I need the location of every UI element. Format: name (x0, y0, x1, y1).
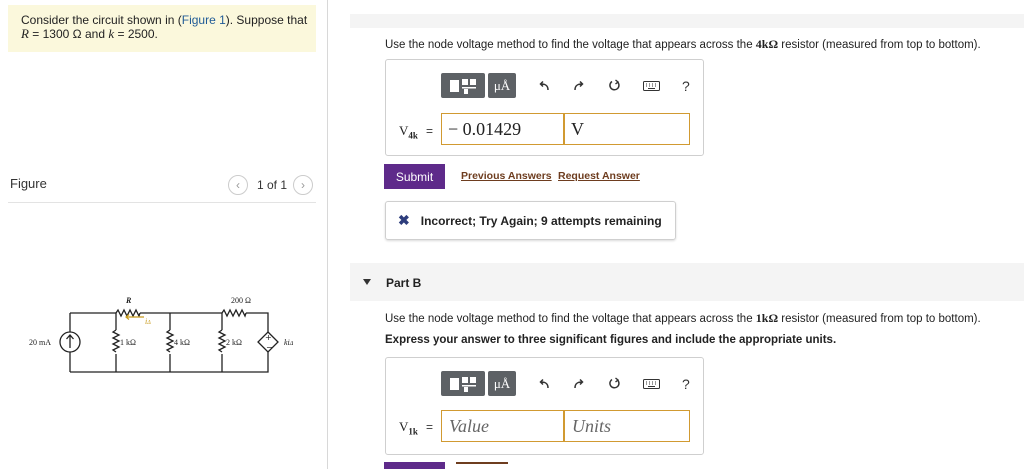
templates-icon (450, 78, 476, 94)
r1k-label: 1 kΩ (120, 338, 136, 347)
svg-text:−: − (266, 343, 273, 352)
part-b-submit-button[interactable] (384, 462, 445, 469)
arrow-up-icon (66, 334, 74, 348)
part-a-variable: V4k (399, 123, 418, 141)
r-label: R (125, 296, 132, 305)
templates-button[interactable] (441, 73, 485, 98)
r200-label: 200 Ω (231, 296, 251, 305)
figure-count: 1 of 1 (257, 178, 288, 192)
divider (8, 202, 316, 203)
part-a-units-input[interactable]: V (564, 113, 690, 145)
part-b-answer-panel: μÅ ? V1k = Value Units (385, 357, 704, 455)
resistor-2k (217, 329, 227, 353)
part-a-question: Use the node voltage method to find the … (385, 37, 981, 51)
part-a-feedback: ✖ Incorrect; Try Again; 9 attempts remai… (385, 201, 676, 240)
resistor-4k (165, 329, 175, 353)
resistor-200 (221, 308, 247, 318)
figure-link[interactable]: Figure 1 (182, 13, 226, 27)
undo-icon[interactable] (537, 79, 551, 93)
part-b-value-input[interactable]: Value (441, 410, 564, 442)
chevron-left-icon[interactable]: ‹ (228, 175, 248, 195)
part-b-instruction: Express your answer to three significant… (385, 334, 837, 346)
incorrect-x-icon: ✖ (398, 212, 410, 228)
redo-icon[interactable] (572, 377, 586, 391)
redo-icon[interactable] (572, 79, 586, 93)
part-a-answer-panel: μÅ ? V4k = − 0.01429 V (385, 59, 704, 156)
part-b-units-input[interactable]: Units (564, 410, 690, 442)
source-label: 20 mA (29, 338, 51, 347)
intro-line-2: R = 1300 Ω and k = 2500. (21, 26, 158, 41)
circuit-diagram: 20 mA R 200 Ω 1 kΩ 4 kΩ 2 kΩ iΔ kiΔ + − (29, 296, 294, 373)
part-b-link[interactable] (456, 462, 508, 464)
figure-heading: Figure (10, 176, 47, 191)
dependent-source-signs: + − (265, 333, 273, 352)
resistor-1k (111, 329, 121, 353)
figure-pager: ‹ 1 of 1 › (228, 175, 314, 195)
left-column: Consider the circuit shown in (Figure 1)… (0, 0, 328, 469)
keyboard-icon[interactable] (642, 377, 660, 391)
part-b-question: Use the node voltage method to find the … (385, 311, 981, 325)
equals-sign: = (426, 124, 434, 138)
part-b-header[interactable]: Part B (350, 263, 1024, 301)
part-a-value-input[interactable]: − 0.01429 (441, 113, 564, 145)
chevron-right-icon[interactable]: › (293, 175, 314, 195)
request-answer-link[interactable]: Request Answer (558, 170, 640, 182)
templates-button[interactable] (441, 371, 485, 396)
r4k-label: 4 kΩ (174, 338, 190, 347)
caret-down-icon (363, 279, 371, 285)
dependent-label: kiΔ (284, 338, 294, 347)
keyboard-icon[interactable] (642, 79, 660, 93)
templates-icon (450, 376, 476, 392)
svg-text:+: + (265, 333, 272, 342)
part-a-toolbar: μÅ ? (441, 73, 690, 98)
wire (246, 312, 269, 332)
help-button[interactable]: ? (682, 376, 690, 392)
part-b-variable: V1k (399, 419, 418, 437)
part-a-submit-button[interactable]: Submit (384, 164, 445, 189)
previous-answers-link[interactable]: Previous Answers (461, 170, 552, 182)
current-label: iΔ (145, 317, 151, 326)
reset-icon[interactable] (607, 377, 621, 391)
units-button[interactable]: μÅ (488, 73, 516, 98)
intro-line-1: Consider the circuit shown in (Figure 1)… (21, 13, 308, 27)
part-b-title: Part B (386, 276, 422, 290)
reset-icon[interactable] (607, 79, 621, 93)
undo-icon[interactable] (537, 377, 551, 391)
wire (70, 352, 269, 373)
units-button[interactable]: μÅ (488, 371, 516, 396)
help-button[interactable]: ? (682, 78, 690, 94)
r2k-label: 2 kΩ (226, 338, 242, 347)
equals-sign: = (426, 420, 434, 434)
header-band (350, 14, 1024, 28)
arrow-left-icon (125, 314, 144, 320)
part-b-toolbar: μÅ ? (441, 371, 690, 396)
problem-intro: Consider the circuit shown in (Figure 1)… (8, 5, 316, 52)
